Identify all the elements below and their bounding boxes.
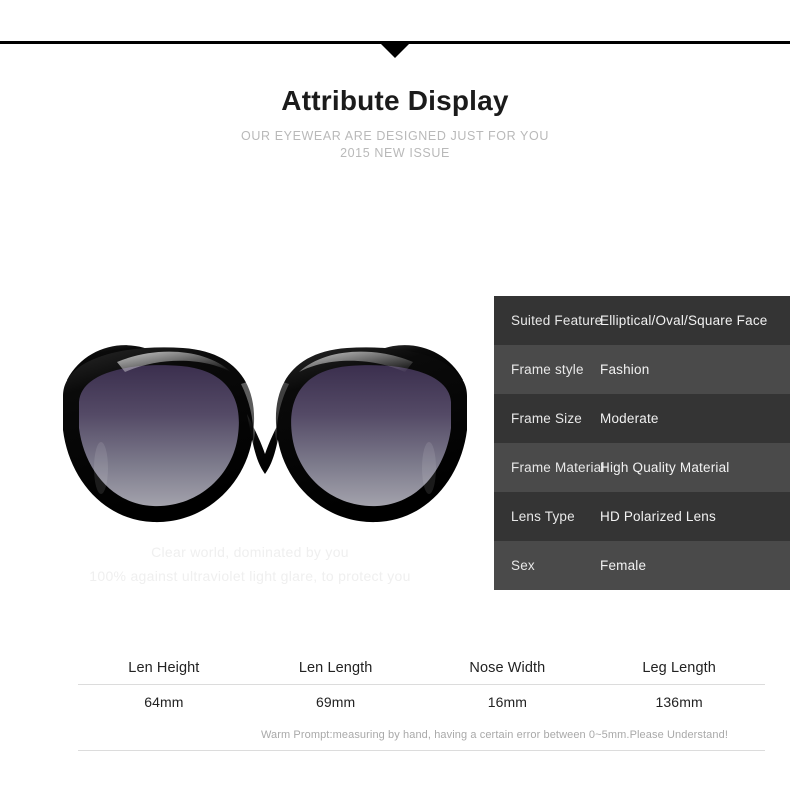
attribute-value: Elliptical/Oval/Square Face: [600, 313, 768, 328]
table-row: Suited Feature Elliptical/Oval/Square Fa…: [494, 296, 790, 345]
attribute-value: Fashion: [600, 362, 650, 377]
attribute-label: Frame Material: [511, 460, 605, 475]
measurements-table: Len Height Len Length Nose Width Leg Len…: [78, 652, 765, 751]
heading-block: Attribute Display OUR EYEWEAR ARE DESIGN…: [0, 84, 790, 162]
table-row: Frame Material High Quality Material: [494, 443, 790, 492]
attribute-value: HD Polarized Lens: [600, 509, 716, 524]
caption-line-1: Clear world, dominated by you: [151, 544, 349, 560]
measurements-header-row: Len Height Len Length Nose Width Leg Len…: [78, 652, 765, 684]
measure-header-len-length: Len Length: [298, 660, 373, 676]
attribute-label: Sex: [511, 558, 535, 573]
top-banner: [0, 0, 790, 60]
table-row: Lens Type HD Polarized Lens: [494, 492, 790, 541]
attribute-label: Frame style: [511, 362, 584, 377]
product-caption: Clear world, dominated by you 100% again…: [40, 540, 460, 588]
table-row: Frame Size Moderate: [494, 394, 790, 443]
caption-line-2: 100% against ultraviolet light glare, to…: [89, 568, 411, 584]
measure-value-leg-length: 136mm: [655, 694, 703, 710]
triangle-down-icon: [381, 44, 409, 58]
black-sunglasses-photo: [55, 318, 475, 558]
table-row: Sex Female: [494, 541, 790, 590]
bottom-divider-rule: [78, 750, 765, 751]
attribute-label: Frame Size: [511, 411, 583, 426]
measurements-value-row: 64mm 69mm 16mm 136mm: [78, 685, 765, 719]
attribute-label: Lens Type: [511, 509, 575, 524]
page-subtitle-line-2: 2015 NEW ISSUE: [340, 146, 450, 160]
table-row: Frame style Fashion: [494, 345, 790, 394]
warm-prompt-note: Warm Prompt:measuring by hand, having a …: [260, 729, 728, 741]
measure-header-nose-width: Nose Width: [469, 660, 546, 676]
measure-value-len-height: 64mm: [144, 694, 184, 710]
measure-value-nose-width: 16mm: [487, 694, 528, 710]
page-title: Attribute Display: [281, 85, 509, 116]
measure-value-len-length: 69mm: [315, 694, 356, 710]
measure-header-len-height: Len Height: [128, 660, 200, 676]
attribute-value: Moderate: [600, 411, 659, 426]
attribute-table: Suited Feature Elliptical/Oval/Square Fa…: [494, 296, 790, 590]
attribute-label: Suited Feature: [511, 313, 603, 328]
attribute-value: Female: [600, 558, 647, 573]
page-subtitle-line-1: OUR EYEWEAR ARE DESIGNED JUST FOR YOU: [241, 129, 549, 143]
attribute-value: High Quality Material: [600, 460, 730, 475]
measure-header-leg-length: Leg Length: [642, 660, 716, 676]
